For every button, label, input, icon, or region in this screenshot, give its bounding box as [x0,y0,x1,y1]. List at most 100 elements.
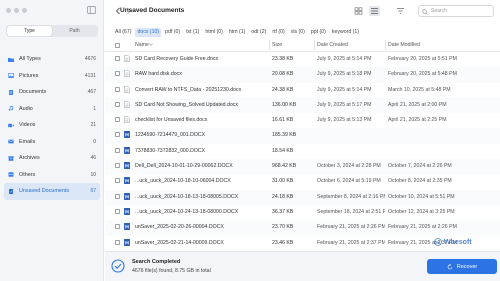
recover-button[interactable]: Recover [427,259,497,274]
file-size: 185.39 KB [272,132,297,139]
date-created: February 21, 2025 at 2:26 PM [317,224,385,231]
column-divider[interactable] [269,40,270,50]
filter-tab-odt[interactable]: odt (2) [249,28,268,37]
window-controls [6,8,27,13]
category-label: Documents [19,89,47,96]
word-file-icon [124,207,130,215]
file-size: 31.00 KB [272,178,294,185]
file-size: 136.00 KB [272,101,297,108]
row-checkbox[interactable] [115,101,120,107]
search-box [418,5,494,17]
column-header-date-modified[interactable]: Date Modified [388,42,420,48]
row-checkbox[interactable] [115,71,120,77]
table-row[interactable]: SD Card Not Showing_Solved Updated.docx 1… [105,97,500,114]
picture-icon [8,73,14,79]
table-row[interactable]: SD Card Recovery Guide Free.docx 23.38 KB… [105,52,500,67]
date-modified: February 20, 2025 at 5:51 PM [388,56,457,62]
table-row[interactable]: checklist for Unsaved files.docx 16.61 KB… [105,113,500,128]
table-row[interactable]: Dell_Dell_2024-10-01-10-29-00062.DOCX 968… [105,159,500,175]
sidebar: Type Path All Types 4676 Pictures 4131 D… [0,0,104,281]
minimize-window-button[interactable] [14,8,19,13]
row-checkbox[interactable] [115,178,120,184]
column-header-date-created[interactable]: Date Created [317,42,348,48]
row-checkbox[interactable] [115,117,120,123]
filter-tab-all[interactable]: All (67) [113,28,133,37]
category-archives[interactable]: Archives 46 [4,150,100,167]
search-input[interactable] [431,8,489,14]
zoom-window-button[interactable] [22,8,27,13]
sidebar-toggle-icon[interactable] [87,6,96,14]
row-checkbox[interactable] [115,224,120,230]
column-header-size[interactable]: Size [272,42,282,48]
category-documents[interactable]: Documents 467 [4,84,100,101]
filter-tab-keyword[interactable]: keyword (1) [330,28,361,37]
select-all-checkbox[interactable] [115,42,120,48]
column-divider[interactable] [385,40,386,50]
row-checkbox[interactable] [115,208,120,214]
status-stats: 4676 file(s) found, 8.75 GB in total [132,268,211,274]
word-file-icon [124,238,130,246]
column-header-name[interactable]: Name [135,42,149,48]
table-row[interactable]: ...uck_uuck_2024-10-18-10-06004.DOCX 31.0… [105,174,500,189]
segment-path[interactable]: Path [52,26,97,36]
view-mode-segmented-control: Type Path [6,25,98,37]
filter-tab-docx[interactable]: docx (10) [135,27,162,37]
filter-tab-xls[interactable]: xls (0) [289,28,307,37]
category-others[interactable]: Others 10 [4,167,100,184]
filter-tab-htm[interactable]: htm (1) [227,28,247,37]
category-emails[interactable]: Emails 0 [4,134,100,151]
category-videos[interactable]: Videos 21 [4,117,100,134]
file-size: 20.08 KB [272,71,294,78]
filter-icon[interactable] [395,6,406,16]
date-modified: October 10, 2024 at 5:51 PM [388,193,455,200]
table-row[interactable]: Convert RAW to NTFS_Data - 20251230.docx… [105,83,500,98]
extension-filter-tabs: All (67) docx (10) pdf (0) txt (1) html … [113,26,361,38]
table-row[interactable]: ...uck_uuck_2024-10-18-13-18-08005.DOCX 2… [105,189,500,205]
category-pictures[interactable]: Pictures 4131 [4,68,100,85]
category-count: 4676 [84,56,96,63]
file-name: Convert RAW to NTFS_Data - 20251230.docx [135,86,242,93]
row-checkbox[interactable] [115,239,120,245]
video-icon [8,123,14,127]
email-icon [8,139,14,144]
category-all-types[interactable]: All Types 4676 [4,51,100,68]
table-row[interactable]: RAW hard disk.docx 20.08 KB July 9, 2025 a… [105,67,500,83]
word-file-icon [124,146,130,154]
word-file-icon [124,162,130,170]
list-view-icon[interactable] [369,6,380,16]
segment-type[interactable]: Type [7,26,52,36]
archive-icon [8,156,14,161]
row-checkbox[interactable] [115,132,120,138]
row-checkbox[interactable] [115,56,120,61]
category-unsaved-documents[interactable]: Unsaved Documents 67 [4,183,100,200]
filter-tab-html[interactable]: html (0) [203,28,225,37]
table-row[interactable]: 7378830-7372832_000.DOCX 18.54 KB [105,144,500,159]
row-checkbox[interactable] [115,86,120,92]
recover-button-label: Recover [456,263,478,270]
row-checkbox[interactable] [115,147,120,153]
sort-arrow-icon [149,43,153,46]
document-file-icon [124,55,130,62]
file-size: 18.54 KB [272,147,294,154]
filter-tab-pdf[interactable]: pdf (0) [163,28,182,37]
table-row[interactable]: unSaver_2025-02-20-26-00004.DOCX 23.70 KB… [105,220,500,236]
category-count: 4131 [84,72,96,79]
close-window-button[interactable] [6,8,11,13]
toolbar: Unsaved Documents [105,0,500,24]
file-name: ...uck_uuck_2024-10-18-10-06004.DOCX [135,178,231,185]
category-label: Archives [19,155,40,162]
grid-view-icon[interactable] [353,6,364,16]
file-name: Dell_Dell_2024-10-01-10-29-00062.DOCX [135,163,233,170]
table-row[interactable]: 1234590-7214479_001.DOCX 185.39 KB [105,128,500,144]
filter-tab-ppt[interactable]: ppt (0) [309,28,328,37]
row-checkbox[interactable] [115,193,120,199]
column-divider[interactable] [314,40,315,50]
row-checkbox[interactable] [115,163,120,169]
table-row[interactable]: ...uck_uuck_2024-10-24-13-18-08000.DOCX 3… [105,205,500,220]
category-audio[interactable]: Audio 1 [4,101,100,118]
date-created: July 9, 2025 at 5:14 PM [317,86,372,93]
filter-tab-txt[interactable]: txt (1) [184,28,201,37]
file-size: 23.46 KB [272,239,294,246]
filter-tab-rtf[interactable]: rtf (0) [270,28,286,37]
category-label: Others [19,171,36,178]
